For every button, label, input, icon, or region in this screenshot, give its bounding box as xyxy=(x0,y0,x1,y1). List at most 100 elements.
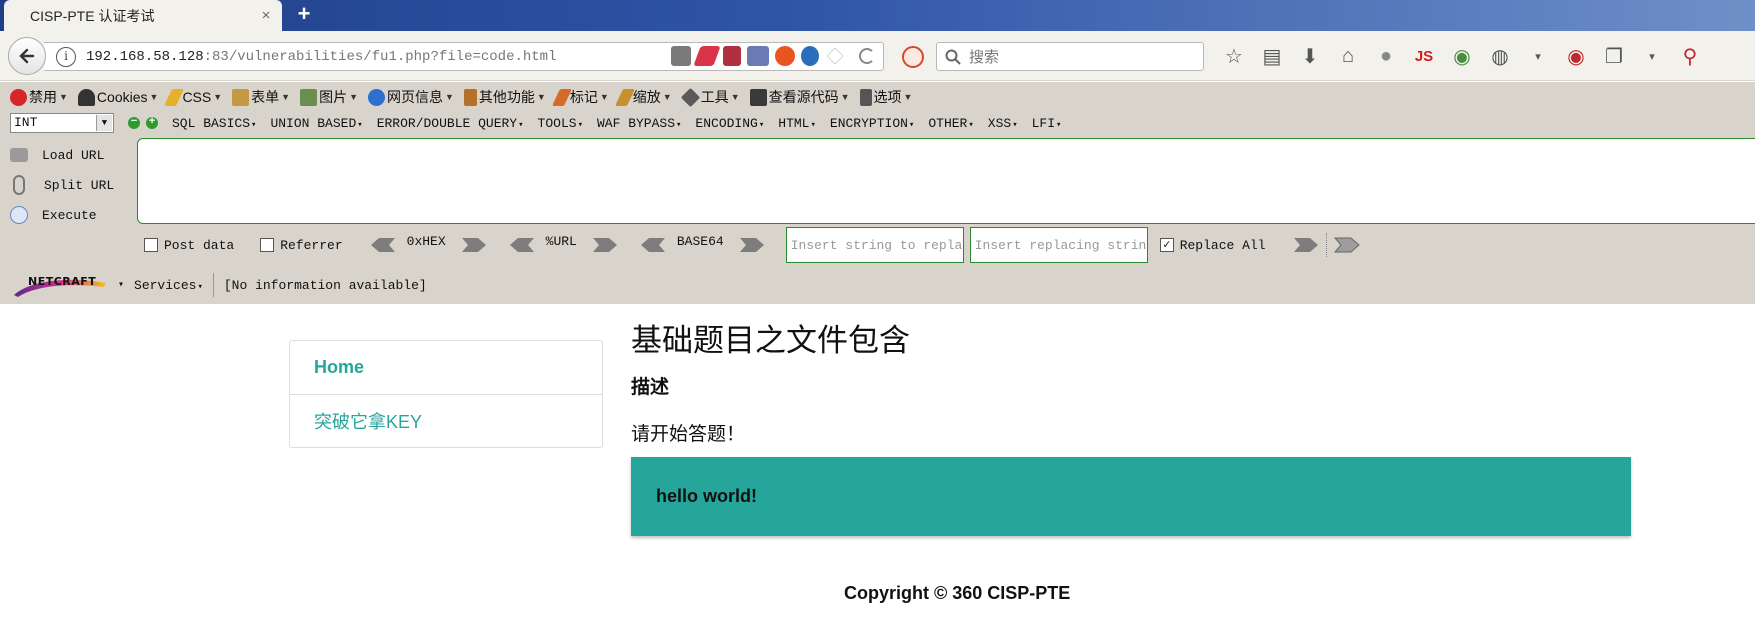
menu-encoding[interactable]: ENCODING xyxy=(695,116,764,131)
split-url-icon xyxy=(13,175,25,195)
load-url-button[interactable]: Load URL xyxy=(10,140,130,170)
url-bar[interactable]: i 192.168.58.128:83/vulnerabilities/fu1.… xyxy=(44,42,884,71)
replace-next-arrow-icon[interactable] xyxy=(1333,236,1361,254)
forms-icon xyxy=(232,88,250,106)
menu-lfi[interactable]: LFI xyxy=(1032,116,1062,131)
more-dropdown-icon[interactable]: ▾ xyxy=(1640,44,1664,68)
int-select[interactable]: INT ▼ xyxy=(10,113,114,133)
result-panel: hello world! xyxy=(631,457,1631,536)
netcraft-logo[interactable]: NETCRAFT xyxy=(12,273,108,297)
checkbox-box xyxy=(260,238,275,252)
menu-waf-bypass[interactable]: WAF BYPASS xyxy=(597,116,681,131)
sidebar-item-get-key[interactable]: 突破它拿KEY xyxy=(290,394,602,447)
nav-icons: ☆ ▤ ⬇ ⌂ ● JS ◉ ◍ ▾ ◉ ❐ ▾ ⚲ xyxy=(1222,44,1702,68)
back-arrow-icon xyxy=(19,48,35,64)
menu-union-based[interactable]: UNION BASED xyxy=(270,116,362,131)
split-url-label: Split URL xyxy=(44,177,115,193)
menu-misc[interactable]: 其他功能 ▼ xyxy=(463,87,546,107)
tab-title: CISP-PTE 认证考试 xyxy=(30,7,155,24)
globe-icon[interactable]: ● xyxy=(1374,44,1398,68)
base64-encode-arrow-icon[interactable] xyxy=(738,236,766,254)
menu-forms[interactable]: 表单 ▼ xyxy=(232,87,290,107)
replace-arrow-icon[interactable] xyxy=(1292,236,1320,254)
menu-xss[interactable]: XSS xyxy=(988,116,1018,131)
reload-icon[interactable] xyxy=(859,48,875,64)
url-path: :83/vulnerabilities/fu1.php?file=code.ht… xyxy=(203,48,557,65)
url-encode-arrow-icon[interactable] xyxy=(591,236,619,254)
menu-view-source[interactable]: 查看源代码 ▼ xyxy=(749,87,850,107)
reading-list-icon[interactable]: ▤ xyxy=(1260,44,1284,68)
menu-resize[interactable]: 缩放 ▼ xyxy=(614,87,672,107)
search-icon xyxy=(945,49,961,65)
menu-outline[interactable]: 标记 ▼ xyxy=(551,87,609,107)
menu-label: 图片 xyxy=(319,89,348,105)
window-icon[interactable]: ❐ xyxy=(1602,44,1626,68)
decrease-icon[interactable]: − xyxy=(128,117,140,129)
checkbox-box xyxy=(144,238,158,252)
chrome-icon[interactable]: ◉ xyxy=(1450,44,1474,68)
menu-dropdown-icon[interactable]: ▾ xyxy=(1526,44,1550,68)
js-icon[interactable]: JS xyxy=(1412,44,1436,68)
menu-label: CSS xyxy=(182,89,212,105)
hex-encode-arrow-icon[interactable] xyxy=(460,236,488,254)
menu-encryption[interactable]: ENCRYPTION xyxy=(830,116,914,131)
replace-all-label: Replace All xyxy=(1179,237,1266,253)
tab-close-icon[interactable]: × xyxy=(258,7,274,24)
hex-encoder: 0xHEX xyxy=(369,234,488,254)
blocked-icon[interactable] xyxy=(902,46,924,68)
ubuntu-icon[interactable] xyxy=(775,46,795,66)
home-icon[interactable]: ⌂ xyxy=(1336,44,1360,68)
divider xyxy=(212,273,214,297)
menu-label: 禁用 xyxy=(29,89,57,105)
hackbar-icon[interactable]: ◉ xyxy=(1564,44,1588,68)
feather-icon[interactable] xyxy=(693,46,721,66)
referrer-checkbox[interactable]: Referrer xyxy=(260,238,343,253)
menu-tools[interactable]: TOOLS xyxy=(538,116,583,131)
menu-sql-basics[interactable]: SQL BASICS xyxy=(172,116,256,131)
menu-css[interactable]: CSS ▼ xyxy=(164,88,222,106)
replace-all-checkbox[interactable]: ✓ Replace All xyxy=(1159,237,1266,253)
jquery-icon[interactable] xyxy=(801,46,819,66)
back-button[interactable] xyxy=(8,37,46,75)
site-info-icon[interactable]: i xyxy=(56,46,76,67)
server-icon[interactable] xyxy=(671,46,691,66)
misc-icon xyxy=(463,88,477,106)
post-data-label: Post data xyxy=(164,237,235,253)
menu-options[interactable]: 选项 ▼ xyxy=(859,87,912,107)
page-content: Home 突破它拿KEY 基础题目之文件包含 描述 请开始答题！ hello w… xyxy=(0,305,1755,644)
palette-icon[interactable]: ◍ xyxy=(1488,44,1512,68)
dropdown-icon[interactable] xyxy=(826,47,844,65)
php-icon[interactable] xyxy=(747,46,769,66)
zoom-icon[interactable]: ⚲ xyxy=(1678,44,1702,68)
new-tab-icon[interactable]: + xyxy=(292,3,316,27)
checkbox-checked: ✓ xyxy=(1159,238,1174,252)
download-icon[interactable]: ⬇ xyxy=(1298,44,1322,68)
sidebar-item-home[interactable]: Home xyxy=(290,341,602,394)
menu-other[interactable]: OTHER xyxy=(928,116,973,131)
menu-tools[interactable]: 工具 ▼ xyxy=(680,87,740,107)
menu-error-double-query[interactable]: ERROR/DOUBLE QUERY xyxy=(377,116,524,131)
menu-images[interactable]: 图片 ▼ xyxy=(300,87,358,107)
hackbar-url-textarea[interactable] xyxy=(137,138,1755,224)
split-url-button[interactable]: Split URL xyxy=(10,170,130,200)
hackbar-actions: Load URL Split URL Execute xyxy=(10,140,130,230)
insert-replacing-input[interactable]: Insert replacing string xyxy=(969,227,1148,263)
url-decode-arrow-icon[interactable] xyxy=(508,236,536,254)
wappalyzer-icon[interactable] xyxy=(723,46,741,66)
increase-icon[interactable]: + xyxy=(146,117,158,129)
menu-html[interactable]: HTML xyxy=(778,116,816,131)
hex-decode-arrow-icon[interactable] xyxy=(369,236,397,254)
execute-button[interactable]: Execute xyxy=(10,200,130,230)
base64-decode-arrow-icon[interactable] xyxy=(639,236,667,254)
post-data-checkbox[interactable]: Post data xyxy=(144,238,234,253)
menu-cookies[interactable]: Cookies ▼ xyxy=(77,88,158,106)
url-text[interactable]: 192.168.58.128:83/vulnerabilities/fu1.ph… xyxy=(86,49,556,65)
browser-tab[interactable]: CISP-PTE 认证考试 × xyxy=(4,0,282,31)
services-menu[interactable]: Services xyxy=(134,278,203,293)
insert-string-input[interactable]: Insert string to replace xyxy=(785,227,964,263)
netcraft-dropdown-icon[interactable]: ▾ xyxy=(118,279,124,291)
menu-disable[interactable]: 禁用 ▼ xyxy=(10,87,68,107)
search-box[interactable]: 搜索 xyxy=(936,42,1204,71)
menu-page-info[interactable]: 网页信息 ▼ xyxy=(368,87,454,107)
bookmark-star-icon[interactable]: ☆ xyxy=(1222,44,1246,68)
